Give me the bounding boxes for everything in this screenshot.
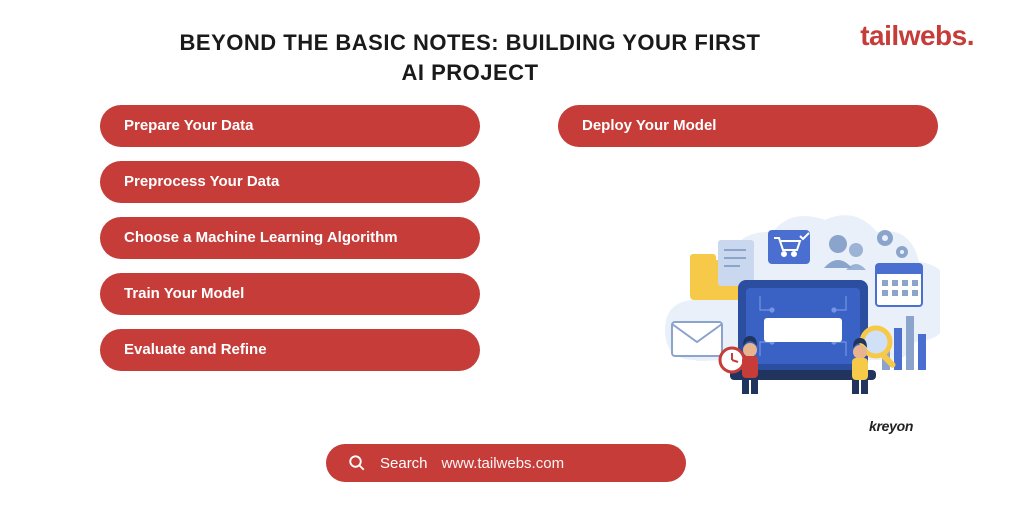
left-column: Prepare Your Data Preprocess Your Data C…: [100, 105, 480, 371]
brand-dot: .: [967, 20, 974, 51]
tech-illustration-svg: [660, 210, 940, 420]
illustration: [660, 210, 940, 420]
step-pill: Train Your Model: [100, 273, 480, 315]
step-pill: Prepare Your Data: [100, 105, 480, 147]
brand-logo: tailwebs.: [860, 20, 974, 52]
brand-name: tailwebs: [860, 20, 966, 51]
title-line-1: BEYOND THE BASIC NOTES: BUILDING YOUR FI…: [180, 30, 761, 55]
step-pill: Deploy Your Model: [558, 105, 938, 147]
title-line-2: AI PROJECT: [401, 60, 538, 85]
step-pill: Choose a Machine Learning Algorithm: [100, 217, 480, 259]
illustration-credit: kreyon: [869, 418, 913, 434]
search-url: www.tailwebs.com: [442, 455, 565, 472]
step-pill: Evaluate and Refine: [100, 329, 480, 371]
right-column: Deploy Your Model: [558, 105, 938, 147]
step-pill: Preprocess Your Data: [100, 161, 480, 203]
search-label: Search: [380, 455, 428, 472]
slide-canvas: tailwebs. BEYOND THE BASIC NOTES: BUILDI…: [0, 0, 1024, 512]
page-title: BEYOND THE BASIC NOTES: BUILDING YOUR FI…: [100, 28, 840, 87]
search-icon: [348, 454, 366, 472]
search-bar[interactable]: Search www.tailwebs.com: [326, 444, 686, 482]
